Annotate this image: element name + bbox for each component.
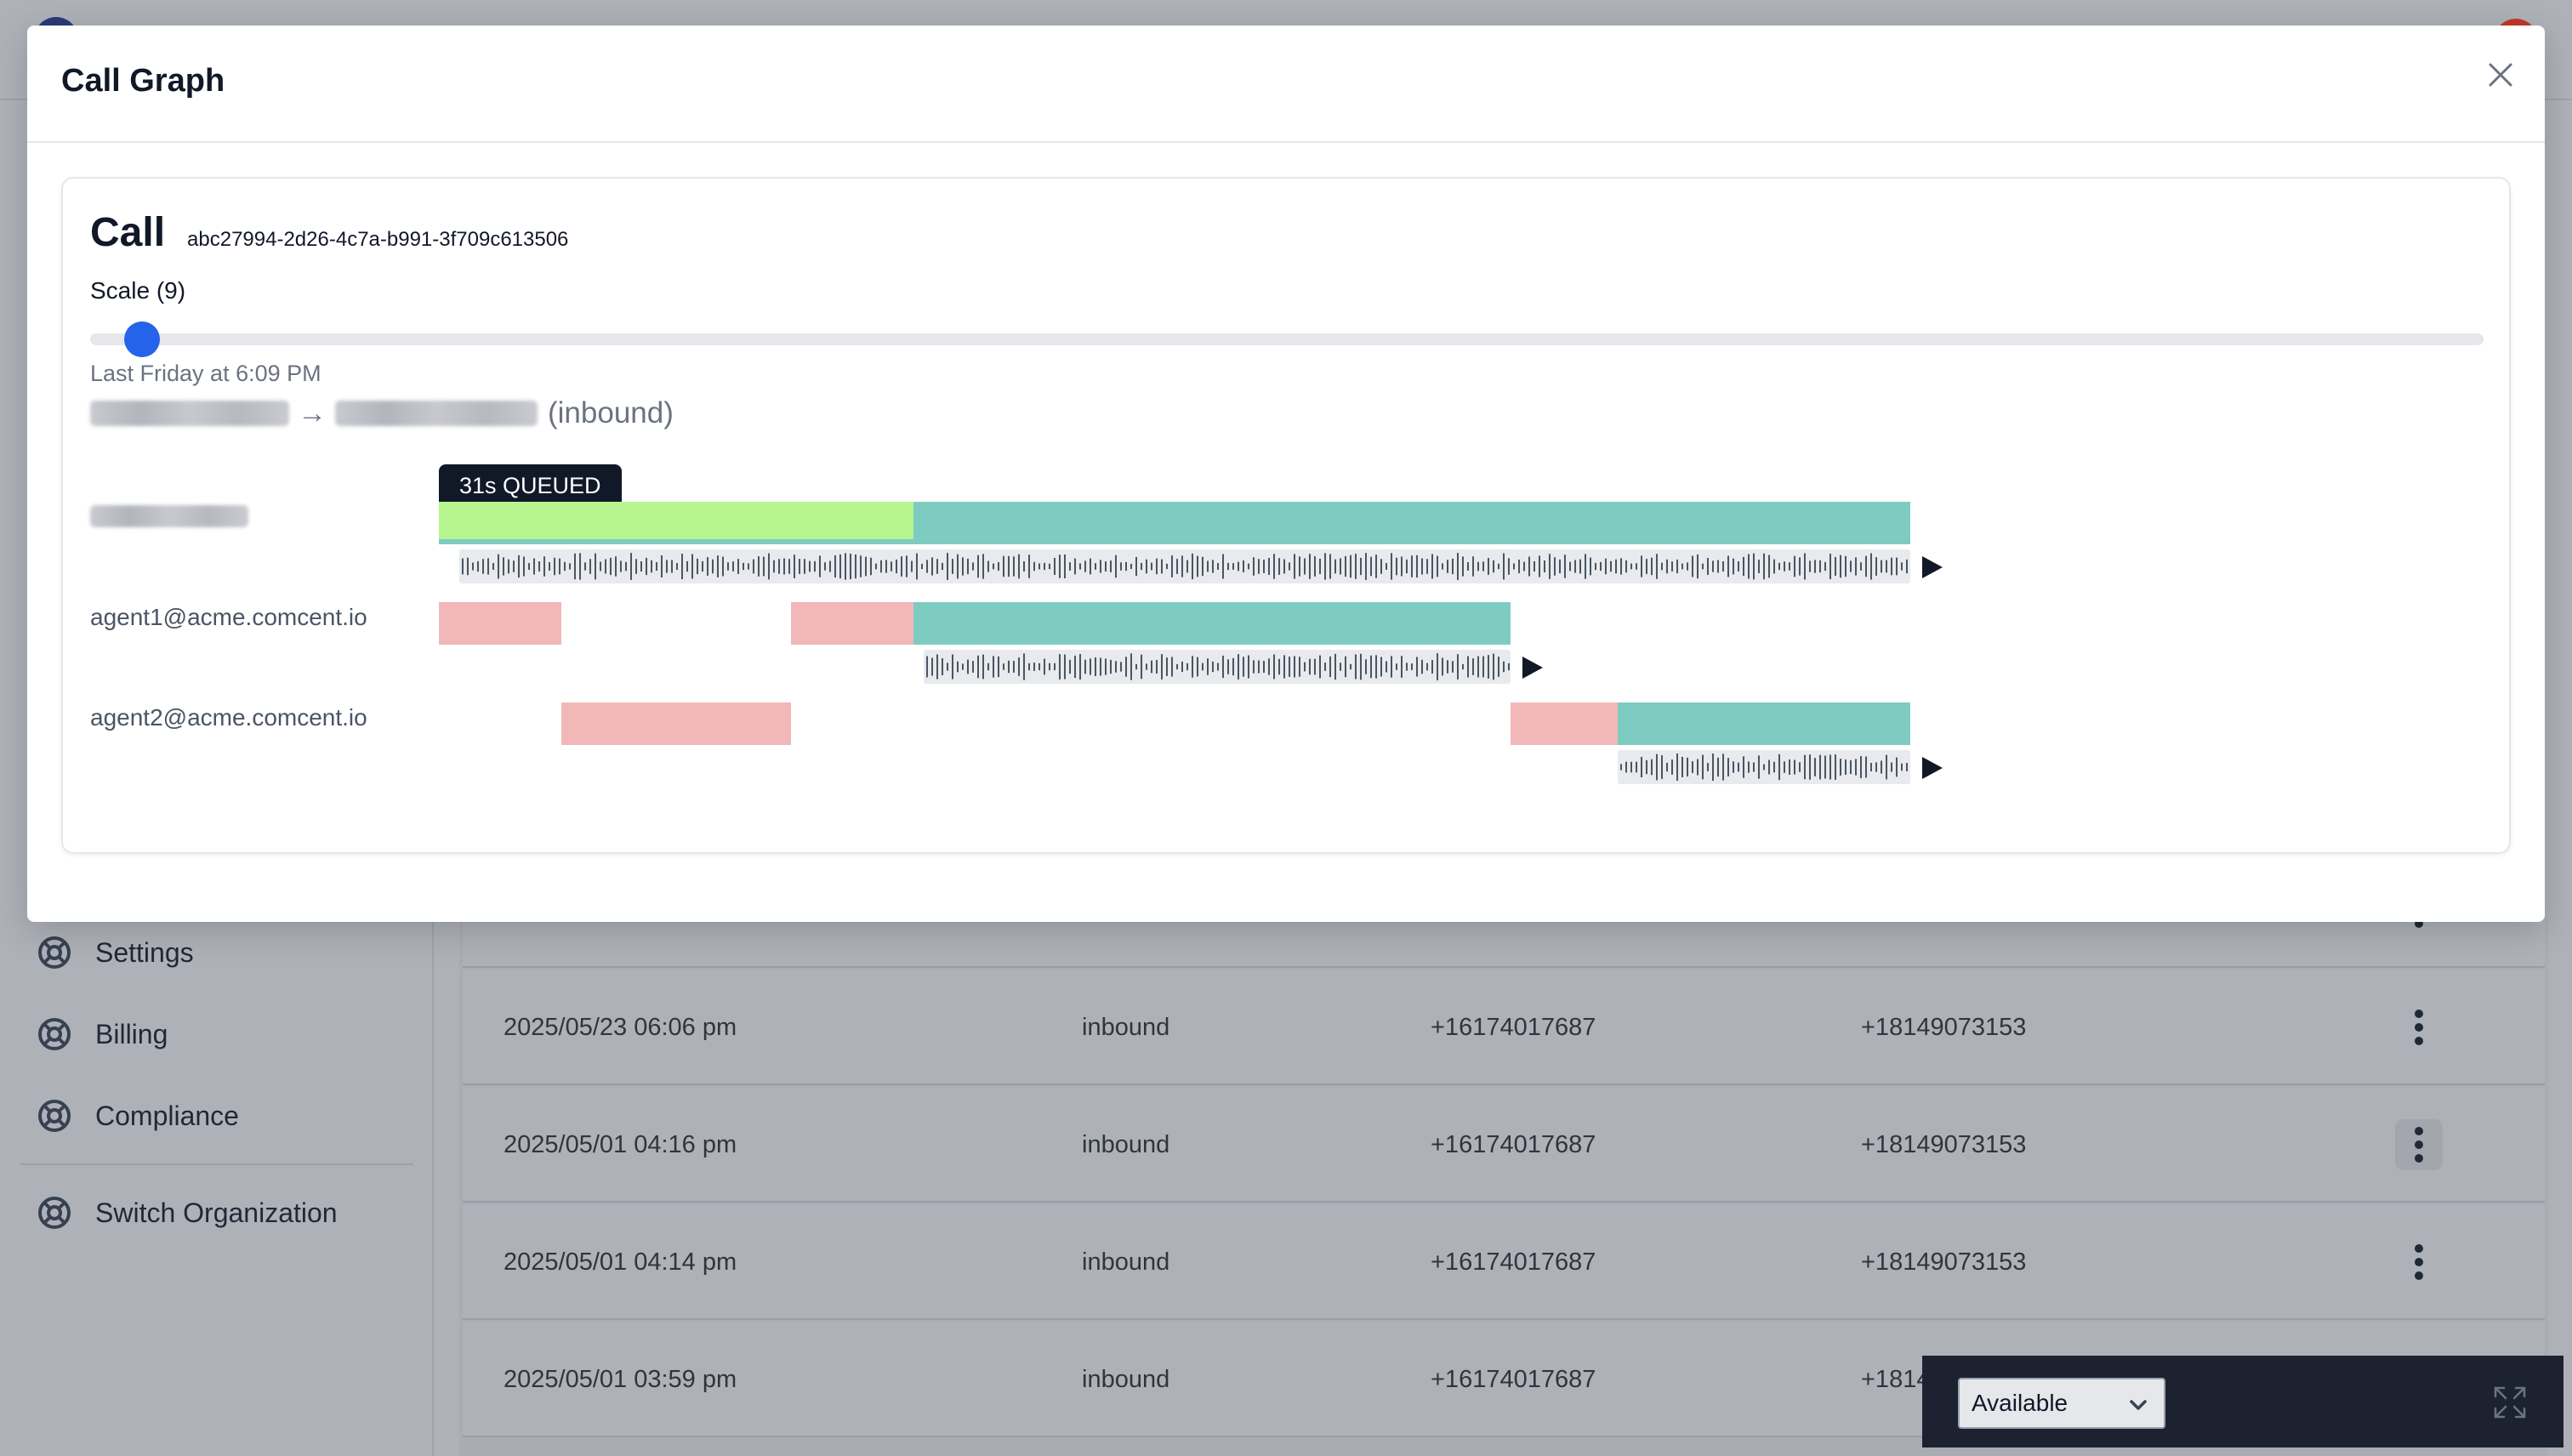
sidebar-item-label: Switch Organization [95, 1197, 338, 1228]
lifebuoy-icon [38, 1018, 71, 1050]
modal-title: Call Graph [61, 63, 225, 99]
sidebar-item-label: Settings [95, 936, 194, 968]
audio-waveform[interactable] [459, 549, 1910, 583]
cell-from: +16174017687 [1431, 1013, 1596, 1041]
call-title: Call [90, 210, 166, 255]
lifebuoy-icon [38, 1197, 71, 1229]
cell-date: 2025/05/01 03:59 pm [504, 1365, 737, 1393]
table-row[interactable]: 2025/05/01 04:14 pm inbound +16174017687… [463, 1204, 2545, 1320]
call-graph-modal: Call Graph Call abc27994-2d26-4c7a-b991-… [27, 26, 2545, 922]
row-menu-button[interactable] [2395, 1237, 2443, 1288]
segment-ringing[interactable] [791, 602, 913, 645]
cell-date: 2025/05/01 04:14 pm [504, 1248, 737, 1276]
chevron-down-icon [2130, 1400, 2147, 1410]
timeline-label-agent2: agent2@acme.comcent.io [90, 704, 367, 731]
waveform-icon [462, 553, 1908, 580]
call-route: → (inbound) [90, 396, 674, 430]
redacted-to-number [335, 401, 538, 426]
scale-slider-track[interactable] [90, 333, 2484, 345]
sidebar-item-label: Compliance [95, 1100, 239, 1131]
cell-direction: inbound [1082, 1013, 1170, 1041]
redacted-from-number [90, 401, 289, 426]
more-vertical-icon [2415, 1010, 2423, 1045]
segment-ringing[interactable] [439, 602, 561, 645]
lifebuoy-icon [38, 1100, 71, 1132]
cell-direction: inbound [1082, 1248, 1170, 1276]
modal-header: Call Graph [27, 26, 2545, 143]
more-vertical-icon [2415, 1244, 2423, 1280]
segment-talk[interactable] [913, 602, 1511, 645]
audio-waveform[interactable] [924, 650, 1511, 684]
segment-ringing[interactable] [561, 702, 791, 745]
table-row[interactable]: 2025/05/01 04:16 pm inbound +16174017687… [463, 1087, 2545, 1203]
softphone-dock: Available [1922, 1356, 2563, 1447]
route-arrow: → [298, 396, 327, 429]
lifebuoy-icon [38, 936, 71, 969]
row-menu-button[interactable] [2395, 1002, 2443, 1053]
cell-to: +18149073153 [1861, 1013, 2027, 1041]
segment-talk[interactable] [913, 502, 1910, 544]
cell-to: +1814 [1861, 1365, 1931, 1393]
sidebar-item-label: Billing [95, 1018, 168, 1049]
agent-status-value: Available [1972, 1390, 2068, 1416]
cell-from: +16174017687 [1431, 1130, 1596, 1158]
sidebar-item-compliance[interactable]: Compliance [37, 1090, 239, 1141]
cell-to: +18149073153 [1861, 1248, 2027, 1276]
sidebar-item-billing[interactable]: Billing [37, 1009, 168, 1060]
sidebar-item-settings[interactable]: Settings [37, 927, 194, 978]
call-heading: Call abc27994-2d26-4c7a-b991-3f709c61350… [90, 209, 568, 256]
scale-slider-thumb[interactable] [124, 321, 160, 357]
expand-icon[interactable] [2492, 1385, 2528, 1420]
waveform-icon [1620, 754, 1908, 781]
more-vertical-icon [2415, 1127, 2423, 1163]
cell-direction: inbound [1082, 1365, 1170, 1393]
scale-label: Scale (9) [90, 277, 186, 304]
segment-queued[interactable] [439, 502, 913, 544]
segment-underline [439, 539, 913, 544]
cell-to: +18149073153 [1861, 1130, 2027, 1158]
table-row[interactable]: 2025/05/23 06:06 pm inbound +16174017687… [463, 970, 2545, 1085]
sidebar-divider [20, 1163, 413, 1165]
play-icon[interactable] [1920, 755, 1944, 781]
cell-from: +16174017687 [1431, 1365, 1596, 1393]
timeline-label-agent1: agent1@acme.comcent.io [90, 604, 367, 630]
call-card: Call abc27994-2d26-4c7a-b991-3f709c61350… [61, 177, 2511, 854]
cell-date: 2025/05/01 04:16 pm [504, 1130, 737, 1158]
cell-date: 2025/05/23 06:06 pm [504, 1013, 737, 1041]
redacted-caller-label [90, 505, 248, 527]
sidebar-item-switch-organization[interactable]: Switch Organization [37, 1187, 338, 1238]
segment-ringing[interactable] [1511, 702, 1618, 745]
cell-from: +16174017687 [1431, 1248, 1596, 1276]
cell-direction: inbound [1082, 1130, 1170, 1158]
waveform-icon [926, 653, 1510, 680]
close-icon[interactable] [2484, 58, 2518, 92]
audio-waveform[interactable] [1618, 750, 1910, 784]
agent-status-select[interactable]: Available [1958, 1378, 2165, 1429]
play-icon[interactable] [1920, 555, 1944, 580]
play-icon[interactable] [1521, 655, 1545, 680]
row-menu-button[interactable] [2395, 1119, 2443, 1170]
segment-talk[interactable] [1618, 702, 1910, 745]
call-timestamp: Last Friday at 6:09 PM [90, 361, 322, 386]
call-id: abc27994-2d26-4c7a-b991-3f709c613506 [187, 228, 569, 251]
call-direction: (inbound) [548, 396, 674, 429]
